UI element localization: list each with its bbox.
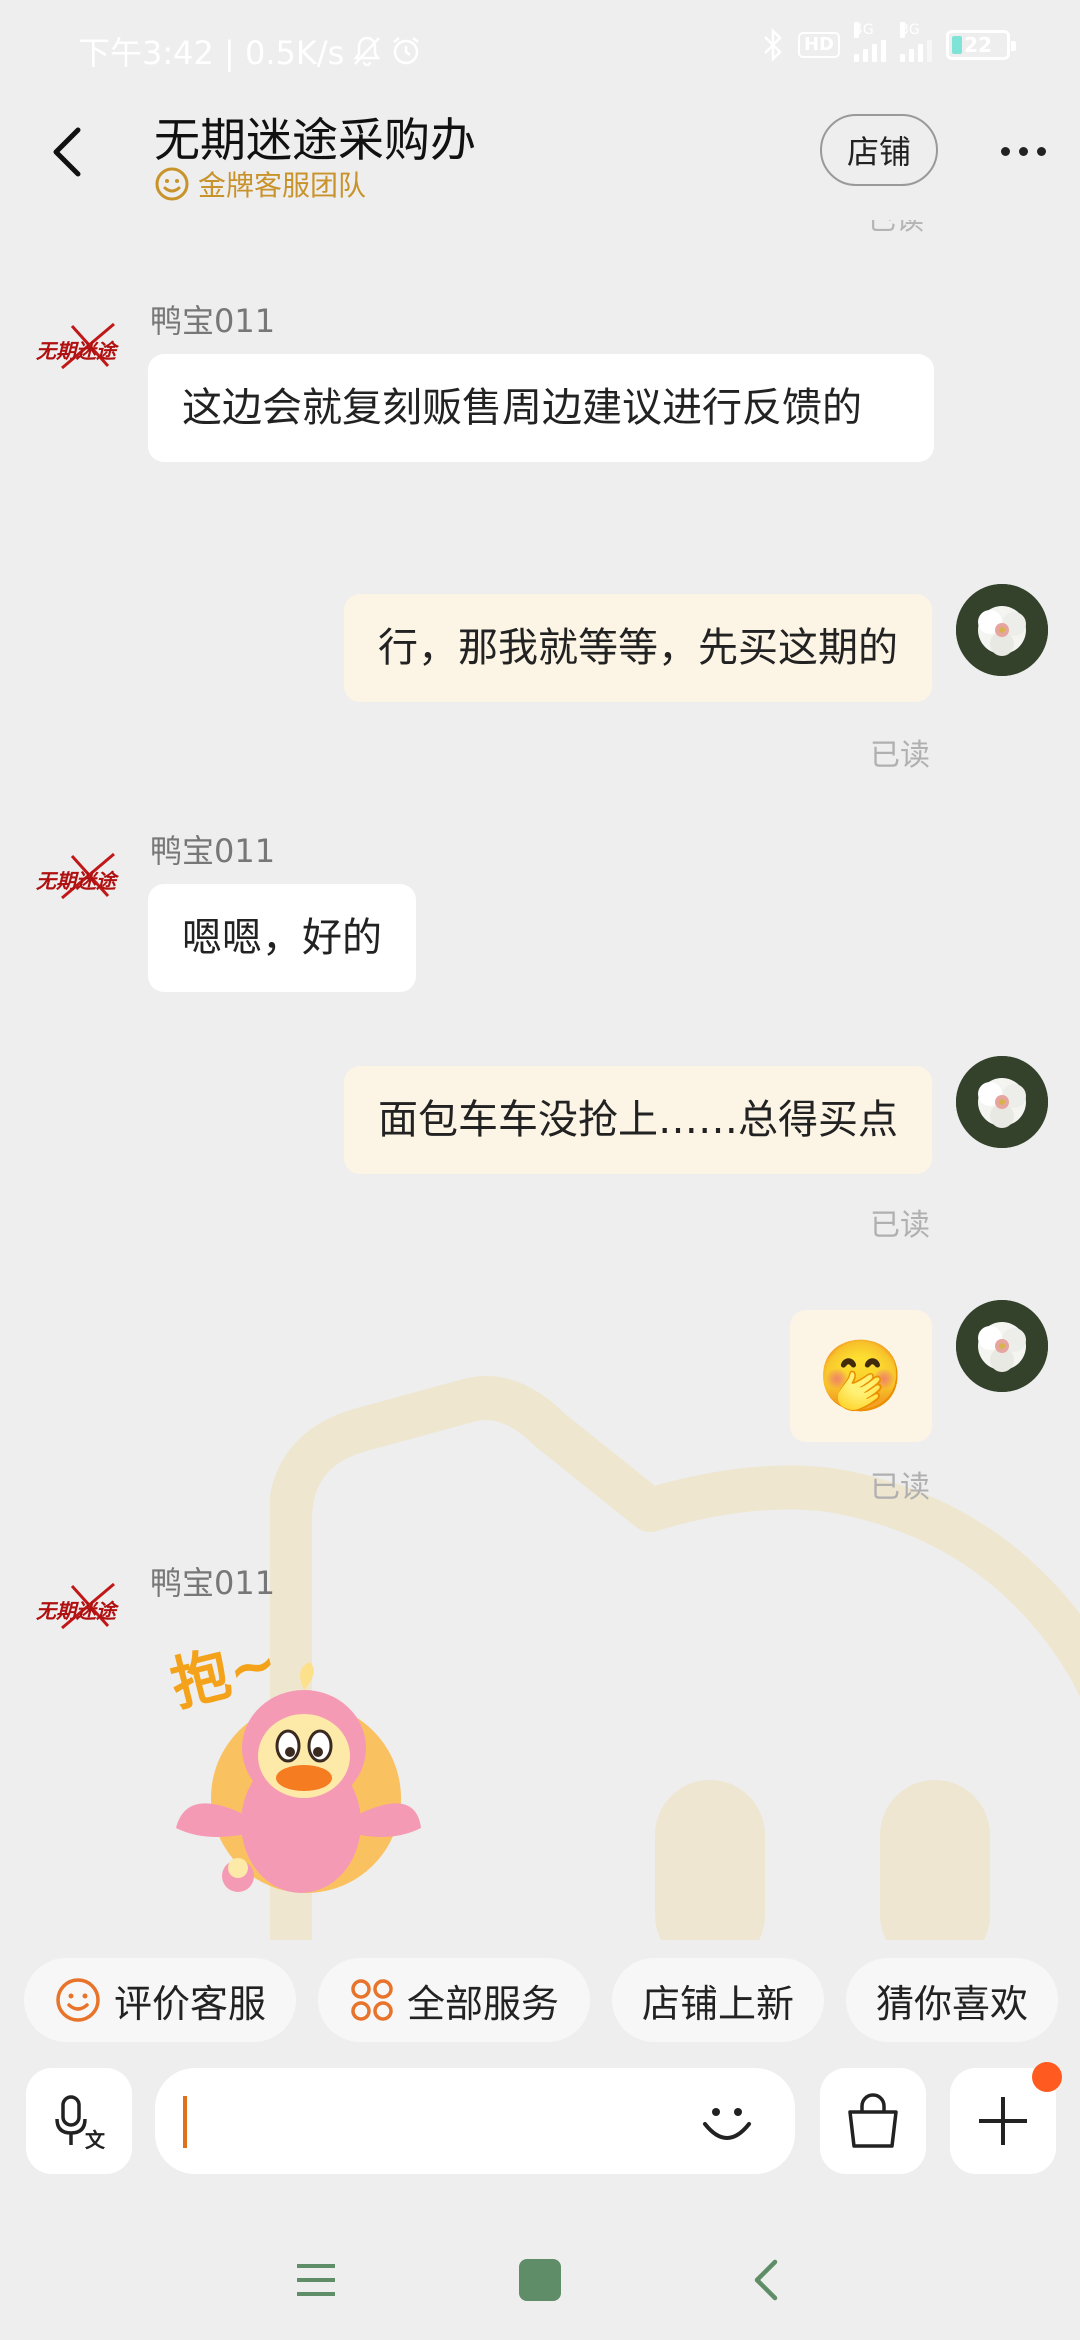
signal-3g-icon: 3G — [900, 22, 932, 62]
read-status-partial: 已读 — [868, 220, 924, 238]
sender-name: 鸭宝011 — [150, 302, 276, 340]
orders-button[interactable] — [820, 2068, 926, 2174]
svg-text:无期迷途: 无期迷途 — [36, 869, 120, 893]
bluetooth-icon — [762, 28, 784, 62]
message-bubble[interactable]: 行，那我就等等，先买这期的 — [344, 594, 932, 702]
grid-icon — [351, 1979, 393, 2021]
user-avatar[interactable] — [956, 584, 1048, 676]
hd-badge: HD — [797, 32, 840, 58]
chip-label: 全部服务 — [406, 1981, 559, 2026]
subtitle-text: 金牌客服团队 — [198, 169, 367, 202]
voice-input-button[interactable]: 文 — [26, 2068, 132, 2174]
smile-badge-icon — [155, 167, 189, 201]
read-status: 已读 — [870, 738, 930, 773]
input-bar: 文 — [0, 2062, 1080, 2174]
shopping-bag-icon — [848, 2093, 898, 2148]
more-functions-button[interactable] — [950, 2062, 1062, 2174]
sender-name: 鸭宝011 — [150, 1564, 276, 1602]
plus-icon — [979, 2097, 1027, 2145]
read-status: 已读 — [870, 1470, 930, 1505]
read-status: 已读 — [870, 1208, 930, 1243]
service-team-badge: 金牌客服团队 — [154, 164, 366, 204]
battery-level: 22 — [964, 33, 992, 57]
status-time-speed: 下午3:42 | 0.5K/s — [78, 34, 345, 72]
microphone-translate-icon: 文 — [55, 2095, 106, 2151]
shop-button[interactable]: 店铺 — [820, 114, 938, 186]
back-button[interactable] — [42, 122, 92, 182]
battery-icon: 22 — [946, 30, 1016, 60]
user-avatar[interactable] — [956, 1056, 1048, 1148]
guess-you-like-chip[interactable]: 猜你喜欢 — [846, 1958, 1058, 2042]
shop-avatar[interactable]: 无期迷途 — [32, 1578, 122, 1638]
message-bubble[interactable]: 这边会就复刻贩售周边建议进行反馈的 — [148, 354, 934, 462]
chip-label: 评价客服 — [113, 1981, 266, 2026]
back-arrow-icon — [754, 2259, 778, 2301]
chevron-left-icon — [53, 127, 81, 177]
shop-avatar[interactable]: 无期迷途 — [32, 318, 122, 378]
page-title: 无期迷途采购办 — [154, 113, 476, 167]
home-nav-button[interactable] — [510, 2250, 570, 2310]
message-bubble[interactable]: 面包车车没抢上……总得买点 — [344, 1066, 932, 1174]
dot-icon — [1000, 146, 1010, 156]
dot-icon — [1036, 146, 1046, 156]
dot-icon — [1018, 146, 1028, 156]
all-services-chip[interactable]: 全部服务 — [318, 1958, 590, 2042]
rate-service-chip[interactable]: 评价客服 — [24, 1958, 296, 2042]
duck-hug-sticker[interactable]: 抱~ — [166, 1628, 436, 1918]
chip-label: 店铺上新 — [641, 1981, 794, 2026]
svg-text:无期迷途: 无期迷途 — [36, 1599, 120, 1623]
chip-label: 猜你喜欢 — [875, 1981, 1028, 2026]
alarm-icon — [390, 35, 422, 67]
svg-text:文: 文 — [85, 2128, 106, 2151]
shop-avatar[interactable]: 无期迷途 — [32, 848, 122, 908]
system-nav-bar — [0, 2220, 1080, 2340]
smile-icon — [56, 1978, 100, 2022]
message-bubble[interactable]: 嗯嗯，好的 — [148, 884, 416, 992]
svg-text:无期迷途: 无期迷途 — [36, 339, 120, 363]
emoji-bubble[interactable]: 🤭 — [790, 1310, 932, 1442]
text-caret — [183, 2096, 187, 2148]
chat-scroll-area[interactable]: 已读 无期迷途 鸭宝011 这边会就复刻贩售周边建议进行反馈的 行，那我就等等，… — [0, 220, 1080, 1940]
menu-nav-button[interactable] — [286, 2250, 346, 2310]
sender-name: 鸭宝011 — [150, 832, 276, 870]
notification-dot — [1032, 2062, 1062, 2092]
quick-action-bar: 评价客服 全部服务 店铺上新 猜你喜欢 — [0, 1958, 1080, 2042]
message-input[interactable] — [155, 2068, 795, 2174]
signal-4g-icon: 4G — [854, 22, 886, 62]
menu-icon — [297, 2264, 335, 2296]
user-avatar[interactable] — [956, 1300, 1048, 1392]
back-nav-button[interactable] — [736, 2250, 796, 2310]
status-bar: 下午3:42 | 0.5K/s HD 4G 3G 22 — [0, 0, 1080, 96]
chat-header: 无期迷途采购办 金牌客服团队 店铺 — [0, 96, 1080, 220]
shop-new-chip[interactable]: 店铺上新 — [612, 1958, 824, 2042]
emoji-icon[interactable] — [695, 2090, 759, 2154]
mute-bell-icon — [352, 35, 382, 67]
more-options-button[interactable] — [990, 126, 1056, 176]
home-square-icon — [519, 2259, 561, 2301]
